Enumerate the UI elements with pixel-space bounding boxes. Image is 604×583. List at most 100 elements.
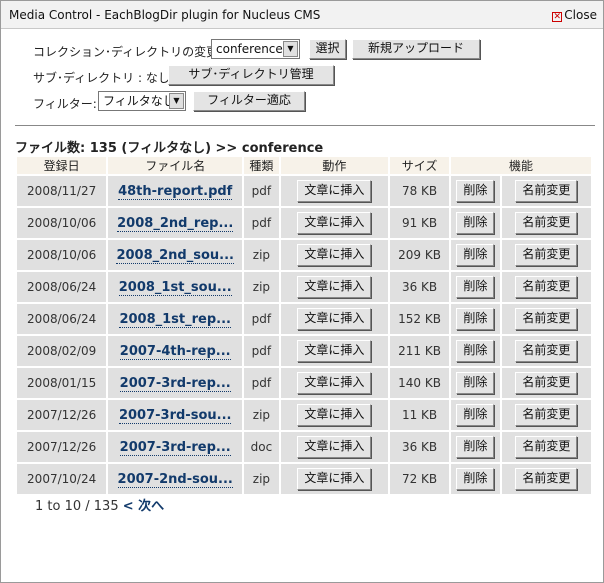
close-icon[interactable]: ✕ xyxy=(552,12,563,22)
rename-button[interactable]: 名前変更 xyxy=(515,468,578,490)
filter-row: フィルター: フィルタなし ▼ フィルター適応 xyxy=(33,91,593,113)
close-label[interactable]: Close xyxy=(564,8,597,22)
table-row: 2007/12/26 2007-3rd-sou... zip 文章に挿入 11 KB 削除… xyxy=(17,400,591,430)
file-name-link[interactable]: 2008_2nd_sou... xyxy=(116,247,234,264)
file-type: zip xyxy=(244,464,279,494)
file-name-link[interactable]: 2007-3rd-rep... xyxy=(119,439,231,456)
file-name-link[interactable]: 2007-4th-rep... xyxy=(119,343,231,360)
subdir-row: サブ･ディレクトリ : なし サブ･ディレクトリ管理 xyxy=(33,65,593,87)
file-size: 209 KB xyxy=(390,240,449,270)
delete-button[interactable]: 削除 xyxy=(456,276,495,298)
file-date: 2008/01/15 xyxy=(17,368,107,398)
delete-button[interactable]: 削除 xyxy=(456,308,495,330)
file-name-link[interactable]: 48th-report.pdf xyxy=(118,183,233,200)
chevron-down-icon[interactable]: ▼ xyxy=(169,93,184,109)
delete-button[interactable]: 削除 xyxy=(456,372,495,394)
delete-button[interactable]: 削除 xyxy=(456,436,495,458)
collection-select[interactable]: conference ▼ xyxy=(211,39,300,59)
insert-button[interactable]: 文章に挿入 xyxy=(297,404,372,426)
table-row: 2008/10/06 2008_2nd_sou... zip 文章に挿入 209 KB 削… xyxy=(17,240,591,270)
file-size: 36 KB xyxy=(390,272,449,302)
rename-button[interactable]: 名前変更 xyxy=(515,244,578,266)
file-name-link[interactable]: 2008_1st_rep... xyxy=(119,311,231,328)
insert-button[interactable]: 文章に挿入 xyxy=(297,212,372,234)
file-date: 2008/10/06 xyxy=(17,208,107,238)
file-date: 2008/10/06 xyxy=(17,240,107,270)
file-name-link[interactable]: 2007-2nd-sou... xyxy=(117,471,233,488)
insert-button[interactable]: 文章に挿入 xyxy=(297,180,372,202)
delete-button[interactable]: 削除 xyxy=(456,468,495,490)
file-size: 140 KB xyxy=(390,368,449,398)
file-type: pdf xyxy=(244,304,279,334)
insert-button[interactable]: 文章に挿入 xyxy=(297,340,372,362)
controls-panel: コレクション･ディレクトリの変更 : conference ▼ 選択 新規アップ… xyxy=(33,39,593,117)
filter-apply-button[interactable]: フィルター適応 xyxy=(193,91,305,111)
file-date: 2008/06/24 xyxy=(17,304,107,334)
filter-select[interactable]: フィルタなし ▼ xyxy=(98,91,186,111)
current-directory: conference xyxy=(241,141,324,156)
file-name-link[interactable]: 2007-3rd-rep... xyxy=(119,375,231,392)
file-count-summary: ファイル数: 135 (フィルタなし) >> conference xyxy=(15,137,323,156)
header-action: 動作 xyxy=(280,157,389,174)
file-table: 登録日 ファイル名 種類 動作 サイズ 機能 2008/11/27 48th-re… xyxy=(15,155,593,496)
file-size: 36 KB xyxy=(390,432,449,462)
insert-button[interactable]: 文章に挿入 xyxy=(297,468,372,490)
title-bar: Media Control - EachBlogDir plugin for N… xyxy=(1,1,603,29)
insert-button[interactable]: 文章に挿入 xyxy=(297,308,372,330)
table-row: 2008/11/27 48th-report.pdf pdf 文章に挿入 78 KB 削除… xyxy=(17,176,591,206)
next-page-link[interactable]: < 次へ xyxy=(123,499,164,514)
file-count-text: ファイル数: 135 (フィルタなし) >> xyxy=(15,141,242,156)
header-type: 種類 xyxy=(244,157,279,174)
delete-button[interactable]: 削除 xyxy=(456,244,495,266)
file-type: pdf xyxy=(244,368,279,398)
pagination: 1 to 10 / 135 < 次へ xyxy=(35,495,164,514)
insert-button[interactable]: 文章に挿入 xyxy=(297,276,372,298)
chevron-down-icon[interactable]: ▼ xyxy=(283,41,298,57)
file-date: 2008/06/24 xyxy=(17,272,107,302)
file-date: 2008/11/27 xyxy=(17,176,107,206)
file-size: 11 KB xyxy=(390,400,449,430)
filter-select-value: フィルタなし xyxy=(103,94,175,108)
rename-button[interactable]: 名前変更 xyxy=(515,308,578,330)
file-name-link[interactable]: 2008_2nd_rep... xyxy=(117,215,234,232)
file-type: doc xyxy=(244,432,279,462)
file-type: zip xyxy=(244,400,279,430)
new-upload-button[interactable]: 新規アップロード xyxy=(352,39,480,59)
file-type: zip xyxy=(244,272,279,302)
header-functions: 機能 xyxy=(450,157,591,174)
rename-button[interactable]: 名前変更 xyxy=(515,276,578,298)
table-row: 2008/06/24 2008_1st_rep... pdf 文章に挿入 152 KB 削… xyxy=(17,304,591,334)
collection-select-value: conference xyxy=(216,42,283,56)
close-button[interactable]: ✕ Close xyxy=(552,8,597,22)
file-type: pdf xyxy=(244,336,279,366)
rename-button[interactable]: 名前変更 xyxy=(515,212,578,234)
select-button[interactable]: 選択 xyxy=(309,39,346,59)
file-date: 2007/12/26 xyxy=(17,432,107,462)
file-type: zip xyxy=(244,240,279,270)
file-name-link[interactable]: 2008_1st_sou... xyxy=(118,279,232,296)
divider xyxy=(15,125,595,126)
table-row: 2008/01/15 2007-3rd-rep... pdf 文章に挿入 140 KB 削… xyxy=(17,368,591,398)
rename-button[interactable]: 名前変更 xyxy=(515,340,578,362)
delete-button[interactable]: 削除 xyxy=(456,212,495,234)
table-row: 2007/10/24 2007-2nd-sou... zip 文章に挿入 72 KB 削除… xyxy=(17,464,591,494)
file-name-link[interactable]: 2007-3rd-sou... xyxy=(118,407,232,424)
subdir-label: サブ･ディレクトリ : なし xyxy=(33,71,170,85)
table-row: 2008/10/06 2008_2nd_rep... pdf 文章に挿入 91 KB 削除… xyxy=(17,208,591,238)
file-size: 72 KB xyxy=(390,464,449,494)
rename-button[interactable]: 名前変更 xyxy=(515,404,578,426)
collection-row: コレクション･ディレクトリの変更 : conference ▼ 選択 新規アップ… xyxy=(33,39,593,61)
insert-button[interactable]: 文章に挿入 xyxy=(297,244,372,266)
subdir-manage-button[interactable]: サブ･ディレクトリ管理 xyxy=(168,65,334,85)
rename-button[interactable]: 名前変更 xyxy=(515,436,578,458)
rename-button[interactable]: 名前変更 xyxy=(515,180,578,202)
header-date: 登録日 xyxy=(17,157,107,174)
insert-button[interactable]: 文章に挿入 xyxy=(297,372,372,394)
delete-button[interactable]: 削除 xyxy=(456,404,495,426)
file-date: 2008/02/09 xyxy=(17,336,107,366)
delete-button[interactable]: 削除 xyxy=(456,340,495,362)
file-size: 152 KB xyxy=(390,304,449,334)
delete-button[interactable]: 削除 xyxy=(456,180,495,202)
rename-button[interactable]: 名前変更 xyxy=(515,372,578,394)
insert-button[interactable]: 文章に挿入 xyxy=(297,436,372,458)
